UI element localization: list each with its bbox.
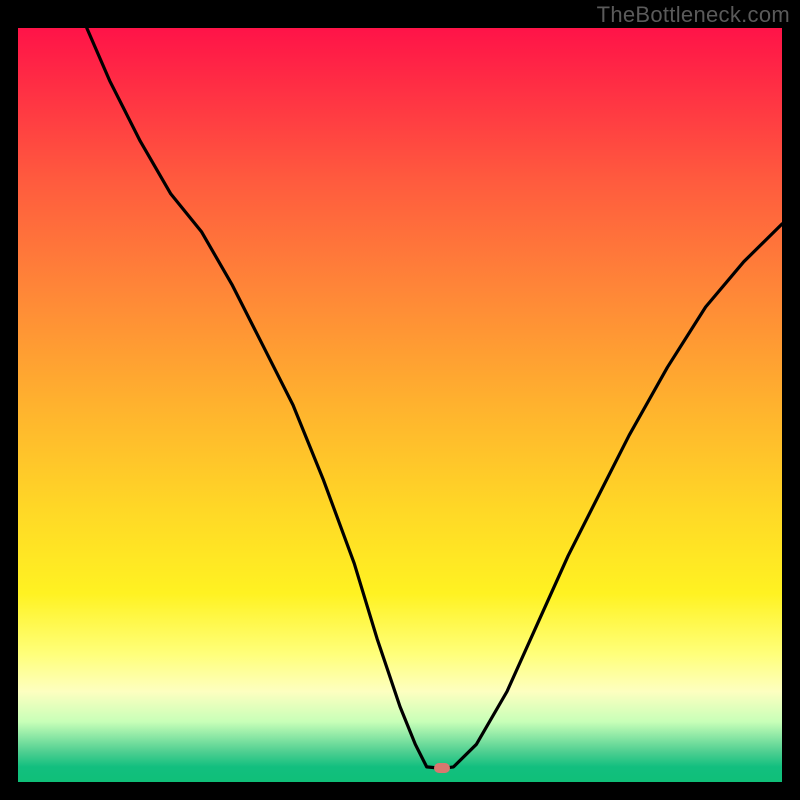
bottleneck-curve bbox=[18, 28, 782, 782]
chart-frame: TheBottleneck.com bbox=[0, 0, 800, 800]
plot-area bbox=[18, 28, 782, 782]
watermark-text: TheBottleneck.com bbox=[597, 2, 790, 28]
optimum-marker bbox=[434, 763, 450, 773]
